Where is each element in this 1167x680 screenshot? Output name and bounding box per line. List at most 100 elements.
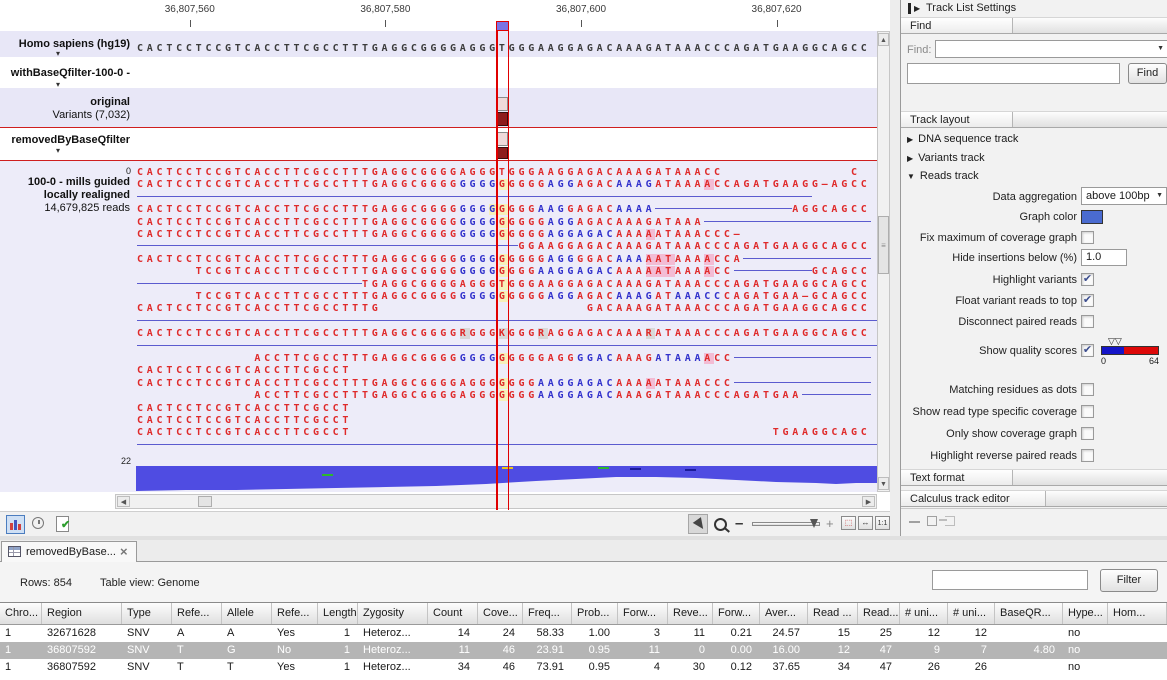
- expand-arrow-icon[interactable]: ▶: [907, 135, 913, 144]
- vertical-scroll-thumb[interactable]: ≡: [878, 216, 889, 274]
- matching-residues-as-dots-checkbox[interactable]: [1081, 383, 1094, 396]
- table-header-cell[interactable]: Type: [122, 603, 172, 624]
- table-header-cell[interactable]: Forw...: [618, 603, 668, 624]
- read-row[interactable]: [137, 315, 877, 327]
- read-row[interactable]: CACTCCTCCGTCACCTTCGCCTTGAAGGCAGC: [137, 426, 871, 438]
- read-row[interactable]: CACTCCTCCGTCACCTTCGCCT: [137, 364, 352, 376]
- scroll-right-button[interactable]: ▶: [862, 496, 875, 507]
- highlight-reverse-paired-reads-checkbox[interactable]: [1081, 449, 1094, 462]
- find-section-header[interactable]: Find: [901, 17, 1167, 34]
- read-row[interactable]: CACTCCTCCGTCACCTTCGCCTTTGAGGCGGGGGGGGGGG…: [137, 178, 871, 190]
- table-header-cell[interactable]: Forw...: [713, 603, 760, 624]
- float-panel-icon[interactable]: [927, 516, 937, 526]
- read-row[interactable]: CACTCCTCCGTCACCTTCGCCTTTGGACAAAGATAAACCC…: [137, 302, 871, 314]
- table-header-cell[interactable]: Refe...: [272, 603, 318, 624]
- quality-slider-handle[interactable]: ▽▽: [1108, 336, 1122, 347]
- scroll-down-button[interactable]: ▼: [878, 477, 889, 490]
- read-row[interactable]: TCCGTCACCTTCGCCTTTGAGGCGGGGGGGGGGGGGAGGA…: [196, 290, 871, 302]
- variant-box[interactable]: [497, 132, 508, 146]
- element-info-view-button[interactable]: ✔: [54, 515, 73, 534]
- filter-button[interactable]: Filter: [1100, 569, 1158, 592]
- show-quality-scores-checkbox[interactable]: ✔: [1081, 344, 1094, 357]
- tab-removedbybase[interactable]: removedByBase... ×: [1, 541, 137, 562]
- find-field[interactable]: [907, 63, 1120, 84]
- table-header-cell[interactable]: # uni...: [900, 603, 948, 624]
- read-row[interactable]: [137, 439, 877, 451]
- table-header-cell[interactable]: Zygosity: [358, 603, 428, 624]
- zoom-in-button[interactable]: +: [826, 516, 838, 532]
- scroll-up-button[interactable]: ▲: [878, 33, 889, 46]
- table-header-cell[interactable]: Length: [318, 603, 358, 624]
- horizontal-scroll-thumb[interactable]: [198, 496, 212, 507]
- read-row[interactable]: CACTCCTCCGTCACCTTCGCCTTTGAGGCGGGGAGGGGGG…: [137, 377, 871, 389]
- track-dropdown-arrow-icon[interactable]: ▾: [56, 147, 60, 155]
- track-layout-section-header[interactable]: Track layout: [901, 111, 1167, 128]
- calculus-section-header[interactable]: Calculus track editor: [901, 490, 1167, 507]
- zoom-tool-button[interactable]: [711, 514, 731, 534]
- table-header-cell[interactable]: BaseQR...: [995, 603, 1063, 624]
- scroll-left-button[interactable]: ◀: [117, 496, 130, 507]
- zoom-to-selection-button[interactable]: ⬚: [841, 516, 856, 530]
- table-row[interactable]: 136807592SNVTTYes1Heteroz...344673.910.9…: [0, 659, 1167, 676]
- table-header-cell[interactable]: Aver...: [760, 603, 808, 624]
- collapse-panel-icon[interactable]: [909, 521, 920, 523]
- table-header-cell[interactable]: Cove...: [478, 603, 523, 624]
- table-header-cell[interactable]: Chro...: [0, 603, 42, 624]
- layout-item-reads-track[interactable]: ▼Reads track: [907, 170, 1157, 185]
- variant-box[interactable]: [497, 97, 508, 111]
- zoom-slider-thumb[interactable]: [810, 519, 818, 528]
- read-row[interactable]: [137, 191, 812, 203]
- read-row[interactable]: CACTCCTCCGTCACCTTCGCCTTTGAGGCGGGGRGGGKGG…: [137, 327, 871, 339]
- show-read-type-specific-coverage-checkbox[interactable]: [1081, 405, 1094, 418]
- zoom-out-button[interactable]: –: [735, 515, 749, 531]
- data-aggregation-dropdown[interactable]: above 100bp▼: [1081, 187, 1167, 205]
- dock-panel-icon[interactable]: [945, 516, 955, 526]
- table-header-cell[interactable]: Refe...: [172, 603, 222, 624]
- read-row[interactable]: [137, 340, 877, 352]
- read-row[interactable]: CACTCCTCCGTCACCTTCGCCTTTGAGGCGGGGGGGGGGG…: [137, 203, 871, 215]
- tab-close-icon[interactable]: ×: [120, 544, 128, 559]
- collapse-arrow-icon[interactable]: ▼: [907, 172, 915, 181]
- side-panel-header[interactable]: ▶ Track List Settings: [901, 0, 1167, 17]
- table-header-cell[interactable]: Allele: [222, 603, 272, 624]
- table-header-cell[interactable]: Hype...: [1063, 603, 1108, 624]
- variant-box[interactable]: [497, 147, 508, 159]
- read-row[interactable]: CACTCCTCCGTCACCTTCGCCTTTGAGGCGGGGGGGGGGG…: [137, 253, 871, 265]
- table-row[interactable]: 136807592SNVTGNo1Heteroz...114623.910.95…: [0, 642, 1167, 659]
- float-variant-reads-to-top-checkbox[interactable]: ✔: [1081, 294, 1094, 307]
- one-to-one-button[interactable]: 1:1: [875, 516, 890, 530]
- table-header-cell[interactable]: Reve...: [668, 603, 713, 624]
- read-row[interactable]: TGAGGCGGGGAGGGTGGGAAGGAGACAAAGATAAACCCAG…: [137, 278, 871, 290]
- expand-arrow-icon[interactable]: ▶: [907, 154, 913, 163]
- read-row[interactable]: ACCTTCGCCTTTGAGGCGGGGGGGGGGGGGAGGGGACAAA…: [254, 352, 870, 364]
- pointer-tool-button[interactable]: [688, 514, 708, 534]
- disconnect-paired-reads-checkbox[interactable]: [1081, 315, 1094, 328]
- graph-color-swatch[interactable]: [1081, 210, 1103, 224]
- fit-width-button[interactable]: ↔: [858, 516, 873, 530]
- selection-marker[interactable]: [496, 21, 509, 31]
- read-row[interactable]: CACTCCTCCGTCACCTTCGCCTTTGAGGCGGGGGGGGGGG…: [137, 228, 743, 240]
- read-row[interactable]: CACTCCTCCGTCACCTTCGCCT: [137, 414, 352, 426]
- table-row[interactable]: 132671628SNVAAYes1Heteroz...142458.331.0…: [0, 625, 1167, 642]
- table-header-cell[interactable]: Read...: [858, 603, 900, 624]
- variant-box[interactable]: [497, 112, 508, 126]
- highlight-variants-checkbox[interactable]: ✔: [1081, 273, 1094, 286]
- track-dropdown-arrow-icon[interactable]: ▾: [56, 81, 60, 89]
- panel-splitter[interactable]: [890, 0, 900, 536]
- fix-maximum-of-coverage-graph-checkbox[interactable]: [1081, 231, 1094, 244]
- find-button[interactable]: Find: [1128, 63, 1167, 84]
- layout-item-variants-track[interactable]: ▶Variants track: [907, 152, 1157, 167]
- graph-view-mode-button[interactable]: [6, 515, 25, 534]
- layout-item-dna-sequence-track[interactable]: ▶DNA sequence track: [907, 133, 1157, 148]
- text-format-section-header[interactable]: Text format: [901, 469, 1167, 486]
- track-dropdown-arrow-icon[interactable]: ▾: [56, 50, 60, 58]
- history-view-button[interactable]: [30, 515, 49, 534]
- table-header-cell[interactable]: Hom...: [1108, 603, 1167, 624]
- table-header-cell[interactable]: Read ...: [808, 603, 858, 624]
- table-header-cell[interactable]: Count: [428, 603, 478, 624]
- read-row[interactable]: CACTCCTCCGTCACCTTCGCCTTTGAGGCGGGGGGGGGGG…: [137, 216, 871, 228]
- table-header-cell[interactable]: Region: [42, 603, 122, 624]
- table-header-cell[interactable]: Prob...: [572, 603, 618, 624]
- find-combo[interactable]: ▼: [935, 40, 1167, 58]
- read-row[interactable]: CACTCCTCCGTCACCTTCGCCT: [137, 402, 352, 414]
